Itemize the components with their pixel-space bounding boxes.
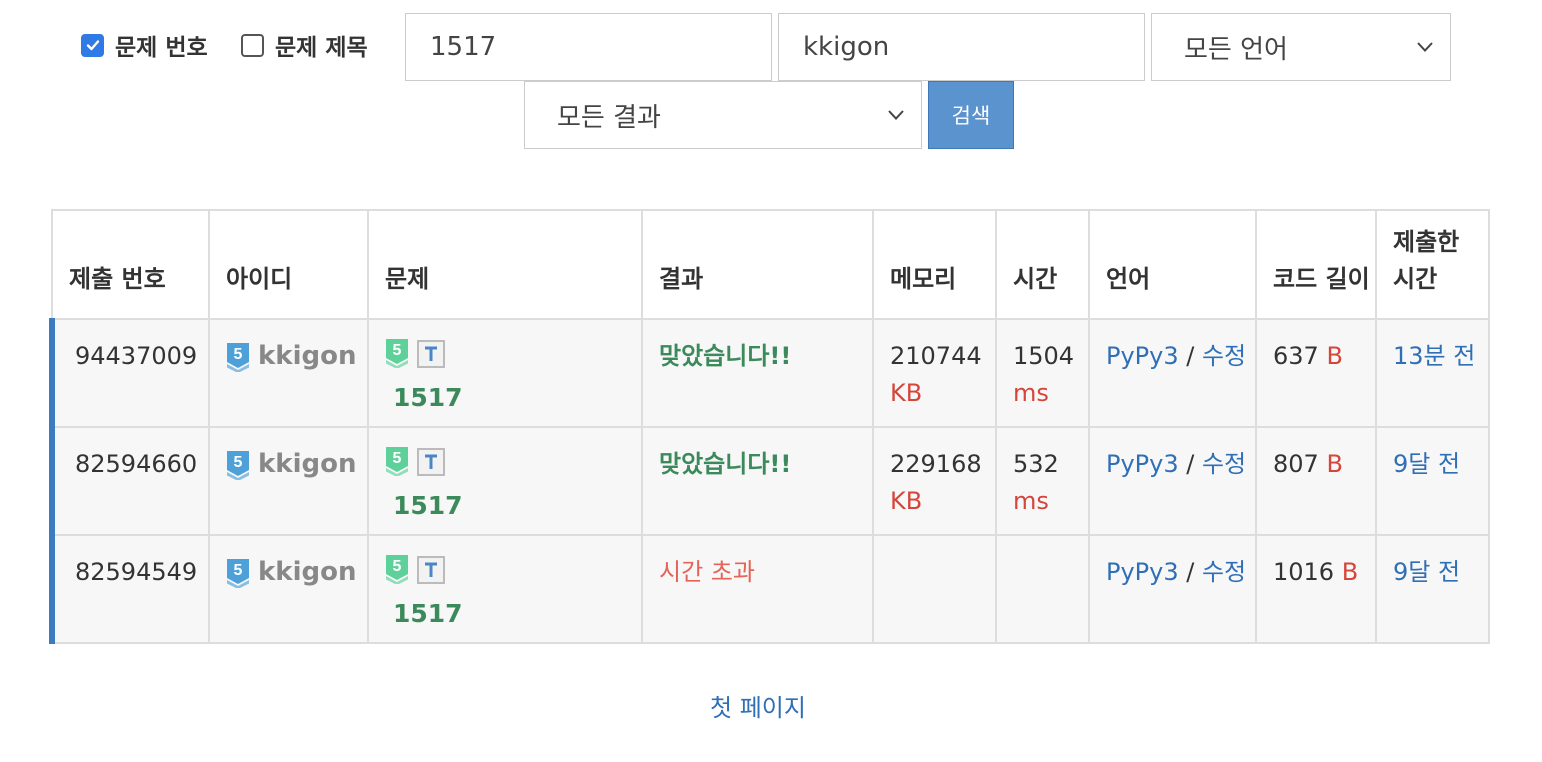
header-submission-id: 제출 번호 [51, 209, 210, 320]
user-id-text: kkigon [258, 449, 357, 479]
code-length-value: 1016 [1273, 558, 1335, 586]
submitted-time-link[interactable]: 13분 전 [1393, 342, 1475, 370]
submission-id: 94437009 [49, 318, 210, 428]
result-select[interactable]: 모든 결과 [524, 81, 922, 149]
svg-text:5: 5 [393, 558, 402, 575]
chevron-down-icon [888, 110, 904, 120]
svg-text:5: 5 [393, 342, 402, 359]
status-table: 제출 번호 아이디 문제 결과 메모리 시간 언어 코드 길이 제출한 시간 9… [49, 209, 1490, 644]
user-link[interactable]: 5 kkigon [226, 338, 356, 375]
code-length-value: 637 [1273, 342, 1319, 370]
first-page-link[interactable]: 첫 페이지 [0, 688, 1516, 723]
result-text: 맞았습니다!! [659, 342, 792, 370]
tier-badge-icon: 5 [227, 558, 249, 588]
language-link[interactable]: PyPy3 [1106, 558, 1179, 586]
problem-title-checkbox[interactable]: 문제 제목 [241, 28, 368, 62]
table-row: 82594549 5 kkigon 5 1517 시간 초과 PyPy3 / 수… [49, 534, 1490, 644]
header-result: 결과 [641, 209, 874, 320]
problem-title-label: 문제 제목 [275, 35, 368, 61]
table-row: 82594660 5 kkigon 5 1517 맞았습니다!! 229168 … [49, 426, 1490, 536]
memory-unit: KB [890, 379, 923, 407]
time-value: 1504 [1013, 342, 1075, 370]
svg-text:5: 5 [234, 562, 243, 579]
search-button[interactable]: 검색 [928, 81, 1014, 149]
problem-input[interactable]: 1517 [405, 13, 772, 81]
problem-link[interactable]: 1517 [393, 487, 641, 524]
language-select-value: 모든 언어 [1184, 34, 1288, 65]
tier-badge-icon: 5 [386, 447, 408, 477]
code-length-unit: B [1341, 558, 1359, 586]
language-link[interactable]: PyPy3 [1106, 450, 1179, 478]
time-unit: ms [1013, 487, 1049, 515]
result-text: 시간 초과 [659, 558, 755, 586]
problem-link[interactable]: 1517 [393, 379, 641, 416]
problem-number-checkbox[interactable]: 문제 번호 [81, 28, 208, 62]
problem-number-label: 문제 번호 [115, 35, 208, 61]
edit-link[interactable]: 수정 [1202, 558, 1246, 586]
code-length-unit: B [1326, 450, 1343, 478]
svg-text:5: 5 [234, 454, 243, 471]
submitted-time-link[interactable]: 9달 전 [1393, 558, 1460, 586]
problem-link[interactable]: 1517 [393, 595, 641, 632]
result-select-value: 모든 결과 [557, 102, 661, 133]
edit-link[interactable]: 수정 [1202, 450, 1246, 478]
code-length-unit: B [1326, 342, 1343, 370]
time-value: 532 [1013, 450, 1059, 478]
tier-badge-icon: 5 [386, 555, 408, 585]
memory-value: 229168 [890, 450, 982, 478]
time-unit: ms [1013, 379, 1049, 407]
submitted-time-link[interactable]: 9달 전 [1393, 450, 1460, 478]
table-row: 94437009 5 kkigon 5 1517 맞았습니다!! 210744 … [49, 318, 1490, 428]
table-header-row: 제출 번호 아이디 문제 결과 메모리 시간 언어 코드 길이 제출한 시간 [51, 209, 1490, 320]
tier-badge-icon: 5 [227, 450, 249, 480]
svg-text:5: 5 [393, 450, 402, 467]
memory-value: 210744 [890, 342, 982, 370]
edit-link[interactable]: 수정 [1202, 342, 1246, 370]
user-id-text: kkigon [258, 341, 357, 371]
submission-id: 82594660 [49, 426, 210, 536]
user-id-text: kkigon [258, 557, 357, 587]
language-select[interactable]: 모든 언어 [1151, 13, 1451, 81]
chevron-down-icon [1417, 42, 1433, 52]
memory-unit: KB [890, 487, 923, 515]
tag-t-icon[interactable] [417, 448, 445, 476]
header-problem: 문제 [367, 209, 643, 320]
user-input[interactable]: kkigon [778, 13, 1145, 81]
user-input-value: kkigon [803, 32, 890, 62]
svg-text:5: 5 [234, 346, 243, 363]
user-link[interactable]: 5 kkigon [226, 554, 356, 591]
header-time: 시간 [995, 209, 1090, 320]
tier-badge-icon: 5 [386, 339, 408, 369]
result-text: 맞았습니다!! [659, 450, 792, 478]
tag-t-icon[interactable] [417, 340, 445, 368]
header-user-id: 아이디 [208, 209, 369, 320]
header-code-length: 코드 길이 [1255, 209, 1377, 320]
header-language: 언어 [1088, 209, 1257, 320]
problem-input-value: 1517 [430, 32, 497, 62]
code-length-value: 807 [1273, 450, 1319, 478]
checkbox-empty-icon[interactable] [241, 33, 264, 57]
header-submitted-at: 제출한 시간 [1375, 209, 1490, 320]
language-link[interactable]: PyPy3 [1106, 342, 1179, 370]
tier-badge-icon: 5 [227, 342, 249, 372]
submission-id: 82594549 [49, 534, 210, 644]
tag-t-icon[interactable] [417, 556, 445, 584]
user-link[interactable]: 5 kkigon [226, 446, 356, 483]
check-icon[interactable] [81, 33, 104, 57]
header-memory: 메모리 [872, 209, 997, 320]
